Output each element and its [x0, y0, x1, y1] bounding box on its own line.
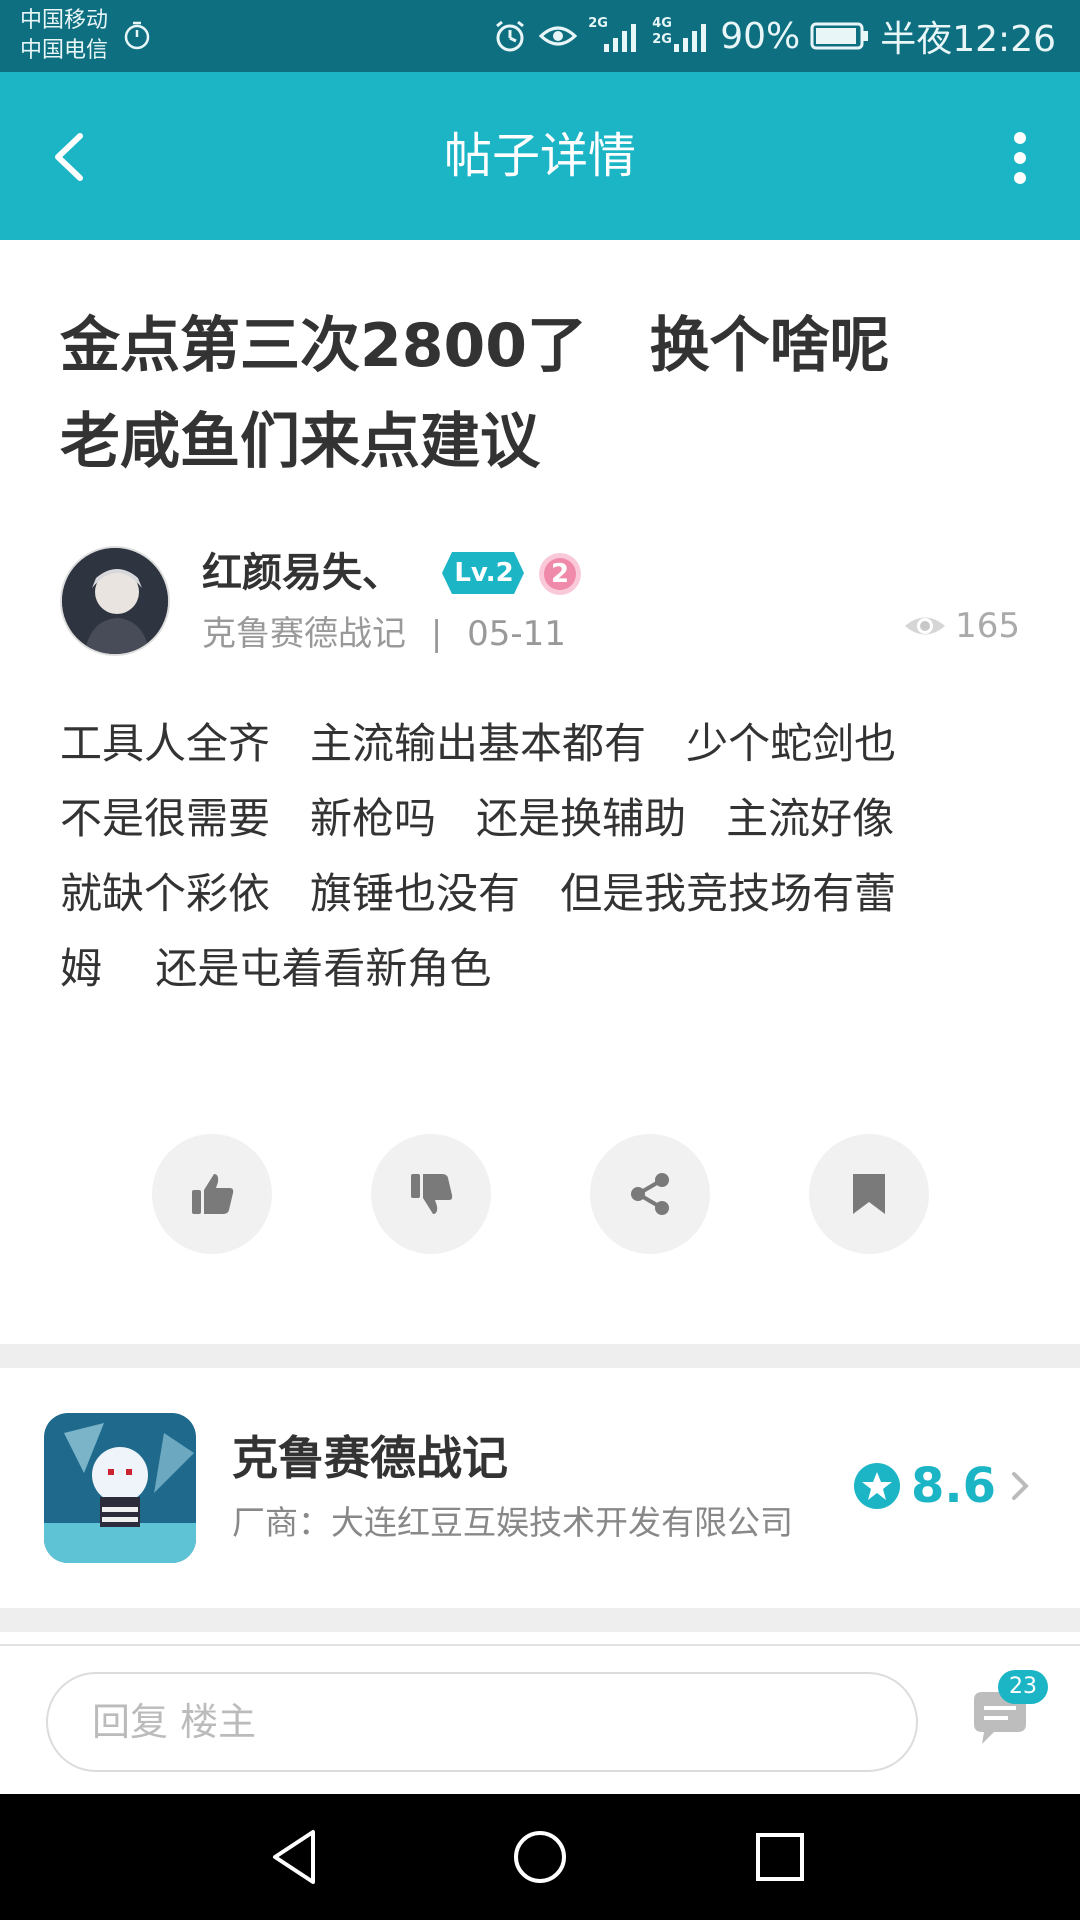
- app-header: 帖子详情: [0, 72, 1080, 240]
- view-count-value: 165: [955, 606, 1020, 646]
- chevron-right-icon: [1012, 1472, 1029, 1500]
- nav-home-icon[interactable]: [507, 1824, 573, 1890]
- network-type-3: 2G: [652, 32, 672, 47]
- author-name[interactable]: 红颜易失、: [202, 546, 402, 600]
- screen: 中国移动 中国电信 2G 4G 2G 90% 半夜12:26 帖子详情 金点第三…: [0, 0, 1080, 1920]
- game-icon[interactable]: [44, 1413, 196, 1563]
- signal-4g-icon: 4G 2G: [652, 16, 710, 56]
- carrier-1: 中国移动: [20, 8, 109, 33]
- battery-icon: [810, 22, 869, 50]
- post-game-name[interactable]: 克鲁赛德战记: [202, 614, 406, 654]
- signal-2g-icon: 2G: [588, 16, 642, 56]
- game-developer: 厂商：大连红豆互娱技术开发有限公司: [232, 1503, 793, 1542]
- author-avatar[interactable]: [60, 546, 170, 656]
- medal-number: 2: [550, 559, 570, 589]
- bookmark-button[interactable]: [809, 1134, 929, 1254]
- post-body: 工具人全齐 主流输出基本都有 少个蛇剑也 不是很需要 新枪吗 还是换辅助 主流好…: [60, 719, 897, 993]
- battery-percent: 90%: [720, 15, 801, 57]
- dislike-button[interactable]: [371, 1134, 491, 1254]
- comment-count-badge: 23: [998, 1670, 1048, 1704]
- reply-bar: 回复 楼主 23: [0, 1644, 1080, 1794]
- section-divider-2: [0, 1608, 1080, 1632]
- share-icon: [631, 1173, 669, 1215]
- thumbs-up-icon: [192, 1174, 234, 1214]
- like-button[interactable]: [152, 1134, 272, 1254]
- more-options-icon[interactable]: [1000, 128, 1040, 188]
- clock: 半夜12:26: [880, 19, 1056, 60]
- post-meta: 克鲁赛德战记 | 05-11: [202, 612, 566, 656]
- share-button[interactable]: [590, 1134, 710, 1254]
- alarm-icon: [496, 20, 525, 52]
- reply-input[interactable]: 回复 楼主: [46, 1672, 918, 1772]
- section-divider: [0, 1344, 1080, 1368]
- carrier-info: 中国移动 中国电信: [20, 6, 108, 66]
- medal-badge: 2: [538, 552, 582, 596]
- game-score[interactable]: 8.6: [853, 1458, 1034, 1514]
- nav-back-icon[interactable]: [265, 1824, 331, 1890]
- meta-separator: |: [430, 614, 443, 654]
- post-date: 05-11: [467, 614, 566, 654]
- eye-comfort-icon: [539, 26, 578, 46]
- network-type-2: 4G: [652, 16, 672, 31]
- game-name[interactable]: 克鲁赛德战记: [232, 1428, 508, 1488]
- game-score-value: 8.6: [910, 1458, 996, 1514]
- level-text: Lv.2: [454, 558, 514, 588]
- view-count: 165: [903, 606, 1020, 646]
- thumbs-down-icon: [411, 1174, 453, 1214]
- system-nav-bar: [0, 1794, 1080, 1920]
- star-icon: [853, 1463, 900, 1509]
- stopwatch-icon: [124, 21, 150, 50]
- nav-recents-icon[interactable]: [747, 1824, 813, 1890]
- carrier-2: 中国电信: [20, 38, 109, 63]
- post-title: 金点第三次2800了 换个啥呢 老咸鱼们来点建议: [60, 311, 890, 477]
- eye-icon: [905, 617, 946, 635]
- status-bar: 中国移动 中国电信 2G 4G 2G 90% 半夜12:26: [0, 0, 1080, 72]
- bookmark-icon: [853, 1174, 885, 1214]
- page-title: 帖子详情: [443, 128, 636, 184]
- status-icons: 2G 4G 2G 90% 半夜12:26: [492, 10, 1056, 62]
